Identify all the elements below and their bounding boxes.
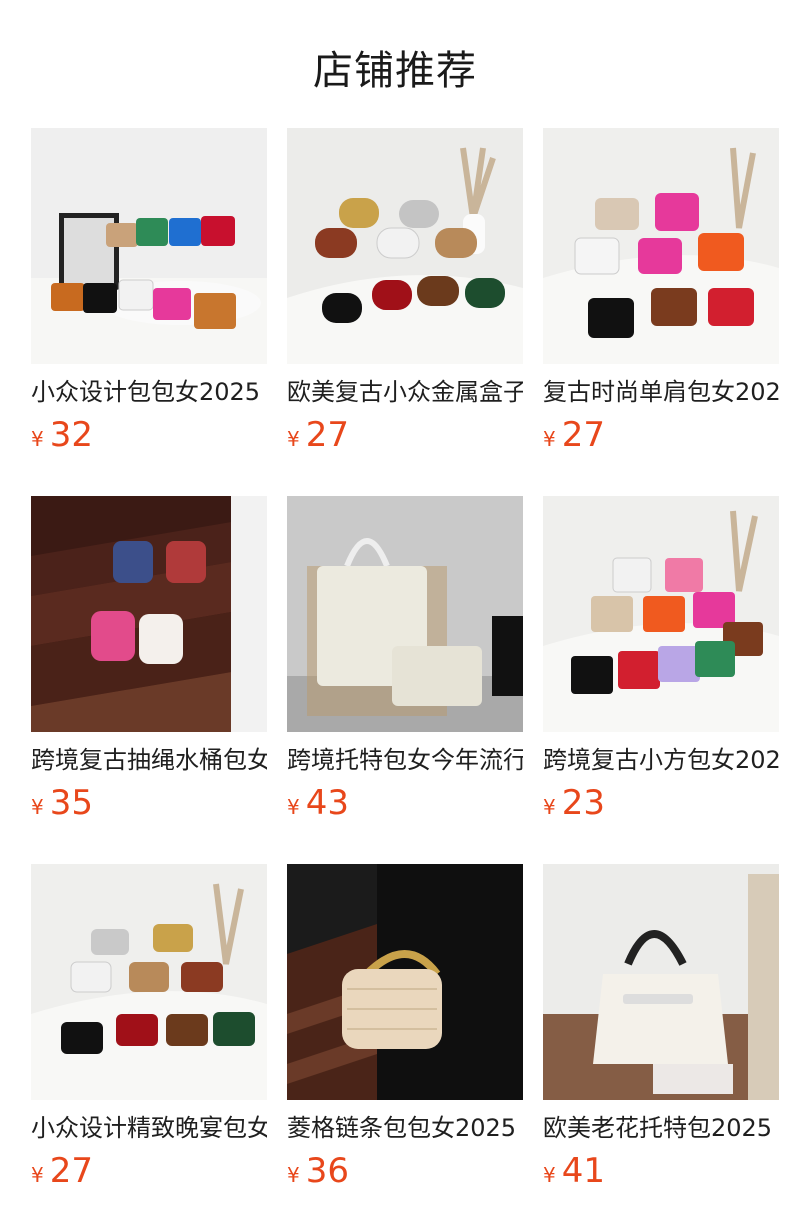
price-value: 35 bbox=[49, 783, 93, 823]
product-image[interactable] bbox=[287, 864, 523, 1100]
product-price: ¥27 bbox=[31, 1151, 267, 1191]
product-card[interactable]: 欧美复古小众金属盒子 ¥27 bbox=[287, 128, 523, 455]
product-price: ¥36 bbox=[287, 1151, 523, 1191]
product-price: ¥23 bbox=[543, 783, 779, 823]
product-card[interactable]: 跨境托特包女今年流行 ¥43 bbox=[287, 496, 523, 823]
product-image[interactable] bbox=[31, 496, 267, 732]
product-name[interactable]: 小众设计精致晚宴包女 bbox=[31, 1113, 267, 1143]
currency-symbol: ¥ bbox=[31, 427, 44, 451]
product-price: ¥41 bbox=[543, 1151, 779, 1191]
product-card[interactable]: 小众设计精致晚宴包女 ¥27 bbox=[31, 864, 267, 1191]
currency-symbol: ¥ bbox=[31, 795, 44, 819]
product-price: ¥27 bbox=[287, 415, 523, 455]
product-card[interactable]: 跨境复古抽绳水桶包女 ¥35 bbox=[31, 496, 267, 823]
product-price: ¥35 bbox=[31, 783, 267, 823]
product-name[interactable]: 跨境复古抽绳水桶包女 bbox=[31, 745, 267, 775]
currency-symbol: ¥ bbox=[287, 427, 300, 451]
price-value: 36 bbox=[305, 1151, 349, 1191]
price-value: 23 bbox=[561, 783, 605, 823]
product-name[interactable]: 小众设计包包女2025 bbox=[31, 377, 267, 407]
currency-symbol: ¥ bbox=[31, 1163, 44, 1187]
product-card[interactable]: 复古时尚单肩包女2025 ¥27 bbox=[543, 128, 779, 455]
product-card[interactable]: 跨境复古小方包女2025 ¥23 bbox=[543, 496, 779, 823]
product-name[interactable]: 复古时尚单肩包女2025 bbox=[543, 377, 779, 407]
product-name[interactable]: 欧美老花托特包2025 bbox=[543, 1113, 779, 1143]
product-price: ¥43 bbox=[287, 783, 523, 823]
price-value: 27 bbox=[49, 1151, 93, 1191]
price-value: 43 bbox=[305, 783, 349, 823]
product-image[interactable] bbox=[31, 864, 267, 1100]
product-price: ¥27 bbox=[543, 415, 779, 455]
product-image[interactable] bbox=[287, 496, 523, 732]
price-value: 41 bbox=[561, 1151, 605, 1191]
page-title: 店铺推荐 bbox=[313, 48, 477, 94]
product-image[interactable] bbox=[543, 496, 779, 732]
price-value: 27 bbox=[305, 415, 349, 455]
product-name[interactable]: 欧美复古小众金属盒子 bbox=[287, 377, 523, 407]
product-name[interactable]: 跨境托特包女今年流行 bbox=[287, 745, 523, 775]
price-value: 32 bbox=[49, 415, 93, 455]
currency-symbol: ¥ bbox=[543, 795, 556, 819]
price-value: 27 bbox=[561, 415, 605, 455]
product-price: ¥32 bbox=[31, 415, 267, 455]
product-name[interactable]: 菱格链条包包女2025 bbox=[287, 1113, 523, 1143]
product-name[interactable]: 跨境复古小方包女2025 bbox=[543, 745, 779, 775]
product-card[interactable]: 小众设计包包女2025 ¥32 bbox=[31, 128, 267, 455]
product-card[interactable]: 欧美老花托特包2025 ¥41 bbox=[543, 864, 779, 1191]
currency-symbol: ¥ bbox=[287, 795, 300, 819]
currency-symbol: ¥ bbox=[287, 1163, 300, 1187]
product-image[interactable] bbox=[543, 128, 779, 364]
store-recommendations-page: 店铺推荐 小众设计包包女2025 ¥ 32 欧美复古小众金属盒子 ¥ 27 复古… bbox=[0, 0, 790, 1232]
currency-symbol: ¥ bbox=[543, 1163, 556, 1187]
product-image[interactable] bbox=[31, 128, 267, 364]
product-card[interactable]: 菱格链条包包女2025 ¥36 bbox=[287, 864, 523, 1191]
product-image[interactable] bbox=[287, 128, 523, 364]
product-image[interactable] bbox=[543, 864, 779, 1100]
currency-symbol: ¥ bbox=[543, 427, 556, 451]
